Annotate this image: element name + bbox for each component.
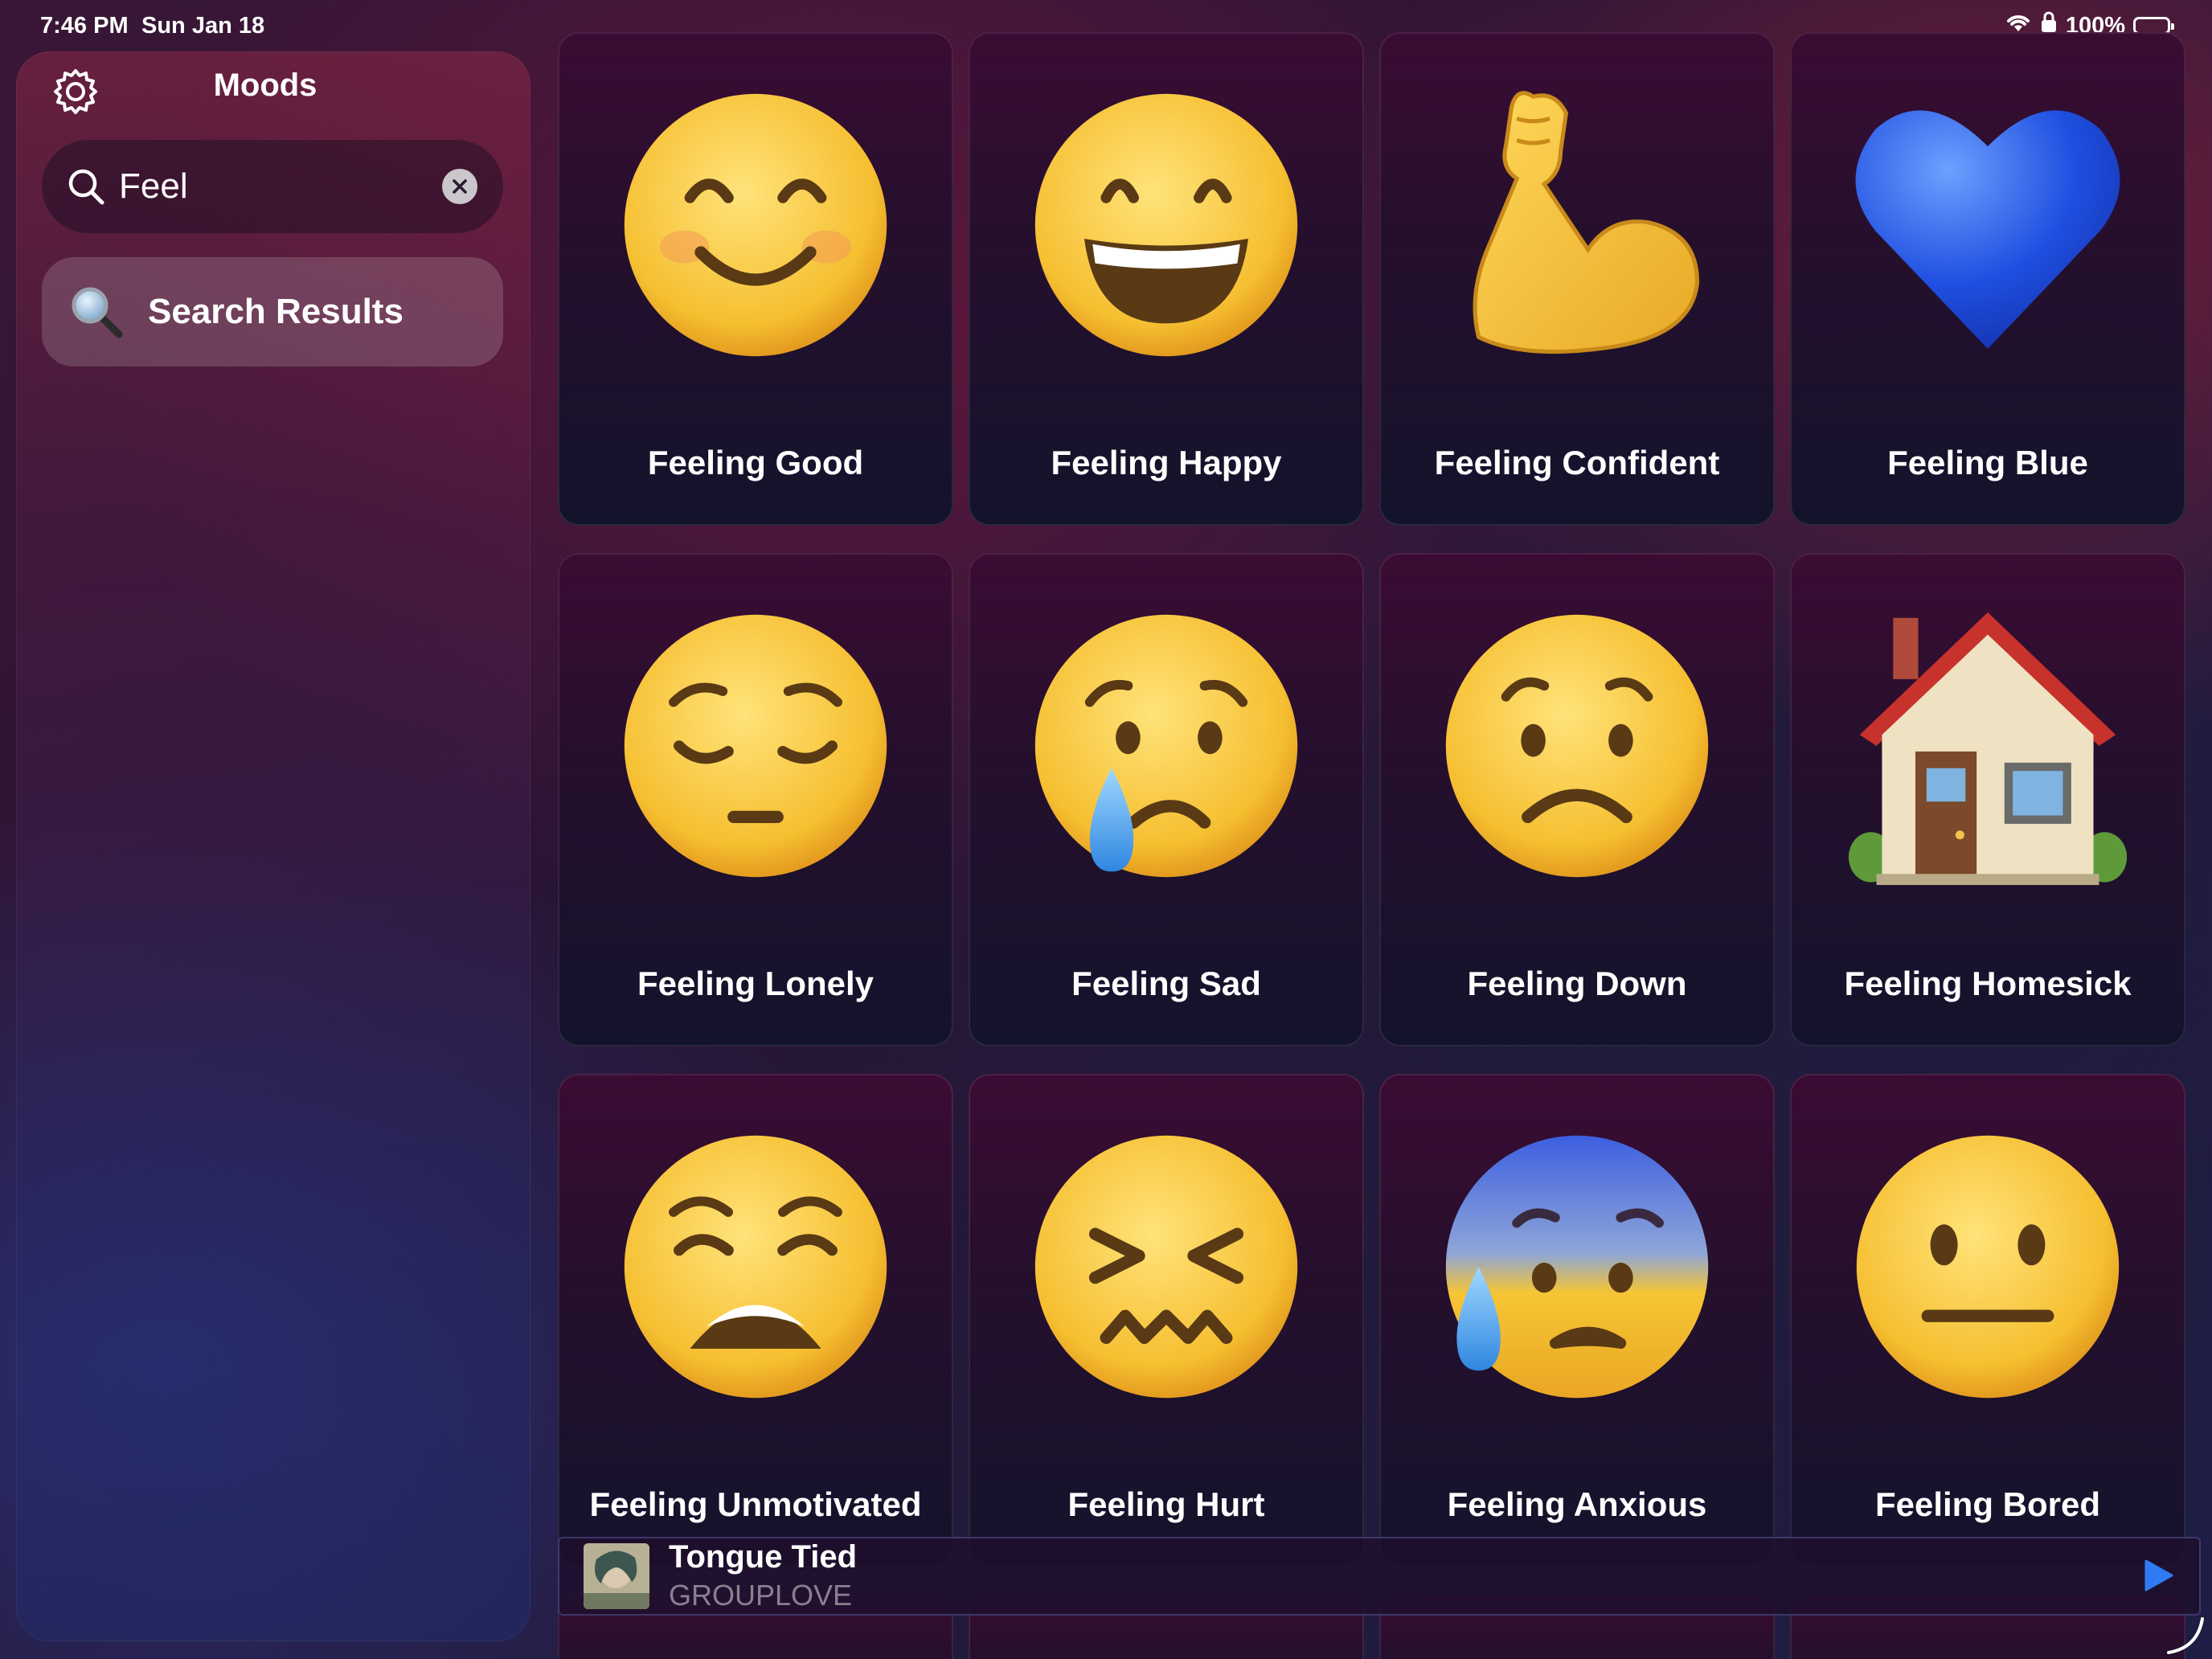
mood-label: Feeling Down: [1467, 965, 1687, 1002]
mood-card-feeling-anxious[interactable]: Feeling Anxious: [1379, 1074, 1775, 1567]
pensive-face-icon: [624, 614, 887, 878]
now-playing-bar[interactable]: Tongue Tied GROUPLOVE: [558, 1537, 2201, 1616]
mood-label: Feeling Hurt: [1067, 1485, 1265, 1523]
mood-card-feeling-happy[interactable]: Feeling Happy: [969, 32, 1364, 526]
track-title: Tongue Tied: [669, 1539, 858, 1575]
play-icon: [2144, 1559, 2173, 1591]
crying-face-icon: [1034, 614, 1298, 878]
mood-card-feeling-confident[interactable]: Feeling Confident: [1379, 32, 1775, 526]
sidebar: Moods Search Results: [16, 51, 530, 1641]
mood-label: Feeling Confident: [1434, 444, 1720, 481]
status-time: 7:46 PM: [40, 13, 129, 39]
magnifying-glass-icon: [72, 287, 123, 338]
smiling-face-icon: [624, 93, 887, 357]
mood-label: Feeling Unmotivated: [589, 1485, 922, 1523]
mood-card-feeling-bored[interactable]: Feeling Bored: [1790, 1074, 2185, 1567]
mood-label: Feeling Happy: [1051, 444, 1282, 481]
play-button[interactable]: [2138, 1556, 2177, 1595]
blue-heart-icon: [1855, 110, 2120, 349]
grinning-face-icon: [1034, 93, 1298, 357]
mood-card-feeling-blue[interactable]: Feeling Blue: [1790, 32, 2185, 526]
flexed-biceps-icon: [1473, 91, 1700, 354]
mood-card-feeling-good[interactable]: Feeling Good: [558, 32, 953, 526]
mood-label: Feeling Blue: [1887, 444, 2088, 481]
clear-search-button[interactable]: [442, 169, 477, 204]
frowning-face-icon: [1445, 614, 1709, 878]
status-date: Sun Jan 18: [141, 13, 265, 39]
mood-label: Feeling Homesick: [1844, 965, 2132, 1002]
neutral-face-icon: [1856, 1135, 2120, 1399]
mood-card-feeling-hurt[interactable]: Feeling Hurt: [969, 1074, 1364, 1567]
mood-card-feeling-unmotivated[interactable]: Feeling Unmotivated: [558, 1074, 953, 1567]
mood-card-feeling-homesick[interactable]: Feeling Homesick: [1790, 553, 2185, 1047]
mood-grid: Feeling Good Feeling Happy Feeling Confi…: [558, 32, 2188, 1659]
search-input[interactable]: [117, 166, 426, 207]
track-info: Tongue Tied GROUPLOVE: [669, 1538, 857, 1615]
sidebar-item-search-results[interactable]: Search Results: [42, 257, 503, 367]
weary-face-icon: [624, 1135, 887, 1399]
sidebar-title: Moods: [213, 68, 317, 103]
mood-card-feeling-lonely[interactable]: Feeling Lonely: [558, 553, 953, 1047]
search-icon: [68, 169, 104, 205]
track-artist: GROUPLOVE: [669, 1579, 853, 1612]
close-icon: [453, 179, 467, 194]
confounded-face-icon: [1034, 1135, 1298, 1399]
mood-label: Feeling Bored: [1874, 1485, 2101, 1523]
sidebar-item-label: Search Results: [148, 292, 403, 331]
resize-handle-icon[interactable]: [2165, 1616, 2206, 1656]
mood-label: Feeling Lonely: [637, 965, 875, 1002]
mood-label: Feeling Sad: [1071, 965, 1261, 1002]
mood-label: Feeling Anxious: [1447, 1485, 1707, 1523]
anxious-face-with-sweat-icon: [1445, 1135, 1709, 1399]
album-artwork: [584, 1543, 649, 1609]
mood-card-feeling-down[interactable]: Feeling Down: [1379, 553, 1775, 1047]
mood-card-feeling-sad[interactable]: Feeling Sad: [969, 553, 1364, 1047]
mood-label: Feeling Good: [647, 444, 864, 481]
house-icon: [1848, 612, 2128, 886]
search-field[interactable]: [42, 140, 503, 233]
